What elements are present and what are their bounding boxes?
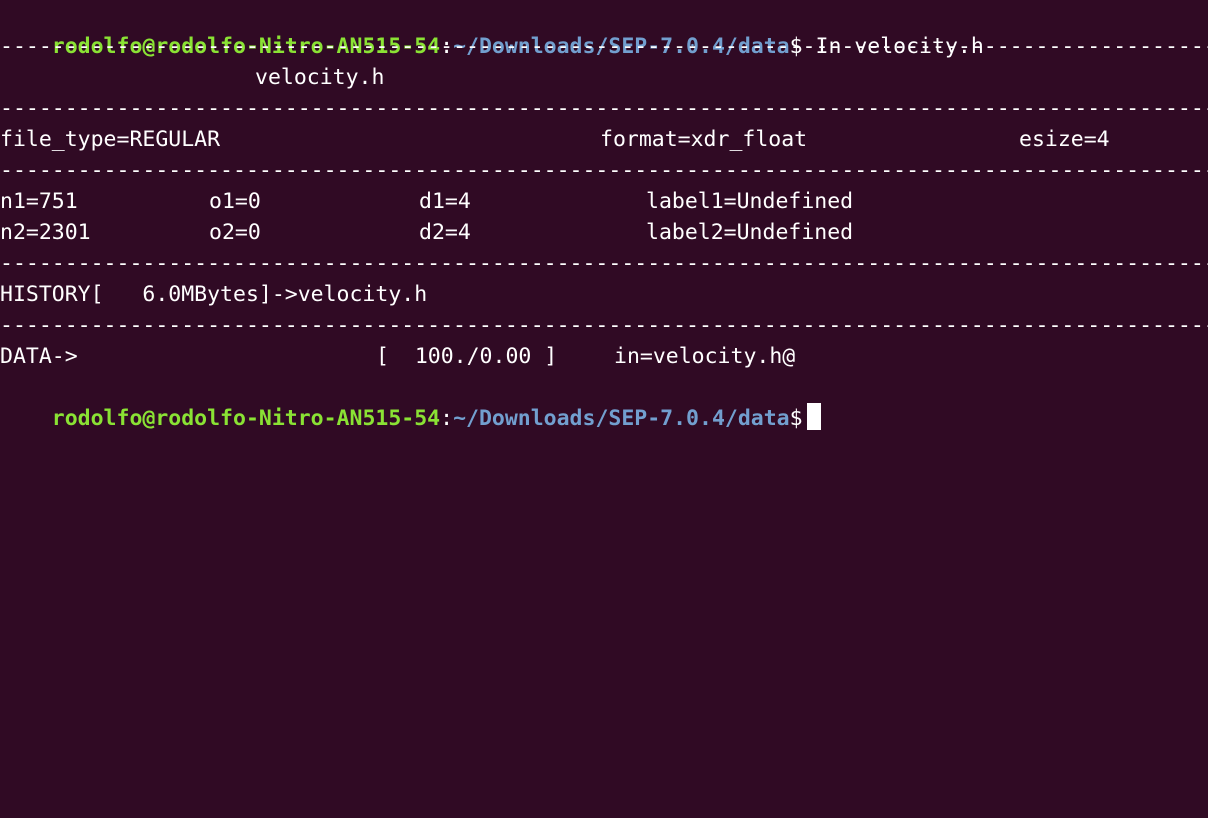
axis1-label: label1=Undefined <box>646 189 854 214</box>
prompt-dollar-2: $ <box>789 406 803 431</box>
text-cursor[interactable] <box>806 403 821 430</box>
axis1-o: o1=0 <box>209 189 261 214</box>
header-title: velocity.h <box>255 65 385 90</box>
axis2-label: label2=Undefined <box>646 220 854 245</box>
prompt-colon-2: : <box>440 406 454 431</box>
separator-5: ----------------------------------------… <box>0 313 1208 338</box>
separator-4: ----------------------------------------… <box>0 251 1208 276</box>
esize-field: esize=4 <box>1019 127 1110 152</box>
prompt-line-2[interactable]: rodolfo@rodolfo-Nitro-AN515-54:~/Downloa… <box>0 372 821 431</box>
separator-2: ----------------------------------------… <box>0 96 1208 121</box>
axis1-d: d1=4 <box>419 189 471 214</box>
separator-3: ----------------------------------------… <box>0 158 1208 183</box>
data-label: DATA-> <box>0 344 78 369</box>
terminal-window[interactable]: rodolfo@rodolfo-Nitro-AN515-54:~/Downloa… <box>0 0 1208 431</box>
file-type-field: file_type=REGULAR <box>0 127 221 152</box>
prompt-user-host-2: rodolfo@rodolfo-Nitro-AN515-54 <box>51 406 441 431</box>
axis1-n: n1=751 <box>0 189 78 214</box>
data-in: in=velocity.h@ <box>614 344 796 369</box>
axis2-d: d2=4 <box>419 220 471 245</box>
axis2-n: n2=2301 <box>0 220 91 245</box>
separator-1: ----------------------------------------… <box>0 34 1208 59</box>
axis2-o: o2=0 <box>209 220 261 245</box>
prompt-path-2: ~/Downloads/SEP-7.0.4/data <box>453 406 790 431</box>
format-field: format=xdr_float <box>600 127 808 152</box>
history-line: HISTORY[ 6.0MBytes]->velocity.h <box>0 282 428 307</box>
data-range: [ 100./0.00 ] <box>376 344 558 369</box>
prompt-line-1: rodolfo@rodolfo-Nitro-AN515-54:~/Downloa… <box>0 0 984 59</box>
